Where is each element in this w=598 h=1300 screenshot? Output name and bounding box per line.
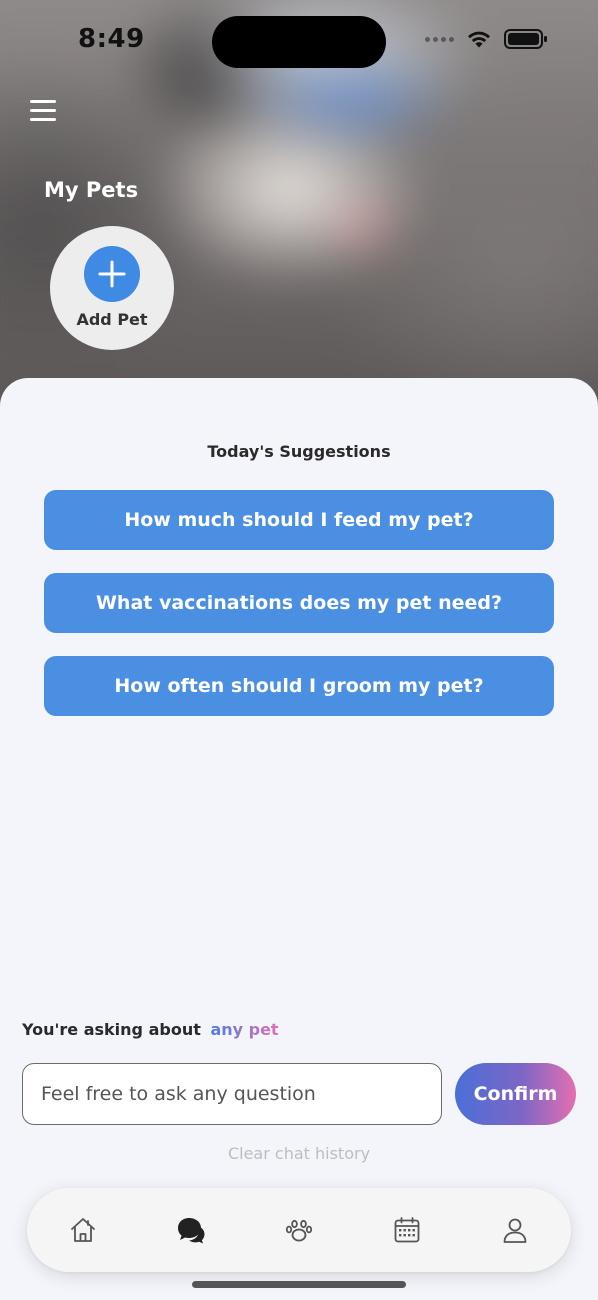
asking-about-label: You're asking about any pet [22,1020,279,1039]
question-input[interactable] [22,1063,442,1125]
paw-icon [285,1219,313,1242]
hero-background: 8:49 My Pets Add Pet [0,0,598,420]
tab-pets[interactable] [281,1212,317,1248]
my-pets-title: My Pets [44,178,139,202]
bottom-tab-bar [27,1188,571,1272]
suggestion-button-vaccinations[interactable]: What vaccinations does my pet need? [44,573,554,633]
suggestion-button-feeding[interactable]: How much should I feed my pet? [44,490,554,550]
home-indicator [192,1281,406,1288]
tab-profile[interactable] [497,1212,533,1248]
battery-icon [504,29,547,49]
status-time: 8:49 [78,24,145,54]
dynamic-island [212,16,386,68]
wifi-icon [468,31,490,48]
calendar-icon [394,1217,420,1243]
chat-icon [178,1218,205,1244]
tab-home[interactable] [65,1212,101,1248]
tab-chat[interactable] [173,1212,209,1248]
status-icons [425,28,548,50]
hamburger-menu-icon[interactable] [30,96,60,124]
tab-calendar[interactable] [389,1212,425,1248]
pet-selector-link[interactable]: any pet [210,1020,278,1039]
suggestions-title: Today's Suggestions [207,442,391,461]
add-pet-button[interactable]: Add Pet [50,226,174,350]
home-icon [71,1218,95,1242]
asking-about-prefix: You're asking about [22,1020,201,1039]
suggestion-button-grooming[interactable]: How often should I groom my pet? [44,656,554,716]
add-pet-label: Add Pet [76,310,148,329]
content-sheet: Today's Suggestions How much should I fe… [0,378,598,1300]
clear-chat-history-button[interactable]: Clear chat history [0,1144,598,1163]
plus-icon [84,246,140,302]
confirm-button[interactable]: Confirm [455,1063,576,1125]
user-icon [503,1218,527,1243]
cellular-signal-icon [425,36,454,42]
